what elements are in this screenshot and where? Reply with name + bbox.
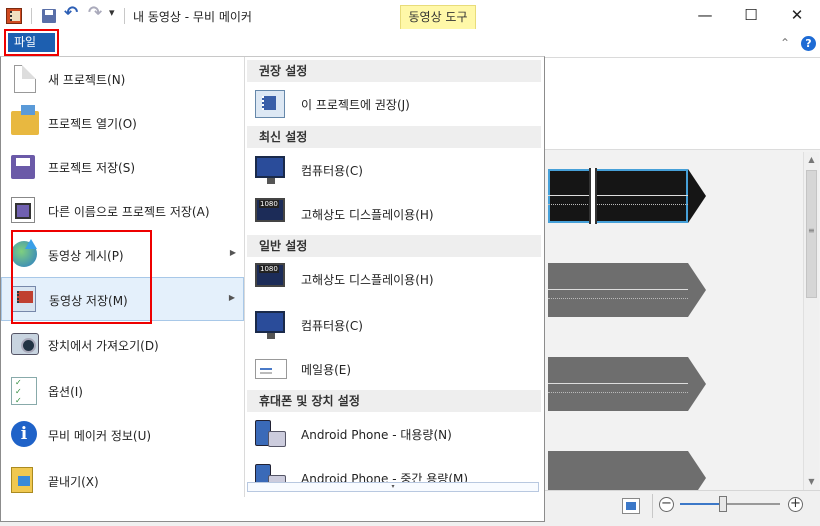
submenu-item-hd-display[interactable]: 고해상도 디스플레이용(H) [245,192,541,236]
submenu-item-recommended[interactable]: 이 프로젝트에 권장(J) [245,82,541,126]
menu-item-label: 끝내기(X) [48,475,99,489]
thumbnail-size-button[interactable] [622,498,640,514]
zoom-slider[interactable] [680,496,780,512]
recommended-settings-icon [255,90,285,118]
storyboard-clip-1[interactable] [548,169,706,223]
window-title: 내 동영상 - 무비 메이커 [133,10,252,24]
help-icon[interactable]: ? [801,36,816,51]
submenu-item-computer[interactable]: 컴퓨터용(C) [245,148,541,192]
section-header: 최신 설정 [247,126,541,148]
storyboard-scrollbar[interactable]: ▲ ≡ ▼ [803,152,819,490]
submenu-item-label: 컴퓨터용(C) [301,164,363,178]
menu-item-label: 프로젝트 열기(O) [48,117,137,131]
preview-area [543,58,820,150]
submenu-item-label: 이 프로젝트에 권장(J) [301,98,410,112]
ribbon-tab-row [0,30,820,58]
menu-item-about[interactable]: i 무비 메이커 정보(U) [1,413,244,457]
movie-maker-app-icon[interactable] [6,8,22,24]
section-header: 일반 설정 [247,235,541,257]
section-header: 권장 설정 [247,60,541,82]
menu-item-label: 무비 메이커 정보(U) [48,429,152,443]
menu-item-label: 새 프로젝트(N) [48,73,126,87]
scroll-up-arrow-icon[interactable]: ▲ [804,152,819,168]
undo-icon[interactable]: ↶ [64,3,78,23]
menu-item-exit[interactable]: 끝내기(X) [1,459,244,503]
section-header: 휴대폰 및 장치 설정 [247,390,541,412]
submenu-item-email[interactable]: 메일용(E) [245,347,541,391]
info-icon: i [11,421,37,447]
menu-item-label: 프로젝트 저장(S) [48,161,136,175]
submenu-item-computer[interactable]: 컴퓨터용(C) [245,303,541,347]
new-document-icon [14,65,36,93]
menu-item-options[interactable]: 옵션(I) [1,369,244,413]
playhead-marker[interactable] [589,168,597,224]
storyboard-clip-4[interactable] [548,451,706,505]
close-button[interactable]: ✕ [774,0,820,30]
submenu-item-label: 고해상도 디스플레이용(H) [301,208,434,222]
audio-waveform [548,383,688,393]
audio-waveform [548,195,688,205]
video-tools-context-tab: 동영상 도구 [400,5,476,29]
camera-import-icon [11,333,39,355]
save-as-icon [11,197,35,223]
annotation-highlight-box [11,230,152,324]
maximize-button[interactable]: ☐ [728,0,774,30]
submenu-arrow-icon: ▶ [229,248,236,257]
file-tab-highlight: 파일 [4,29,59,56]
title-separator [124,8,125,24]
computer-monitor-icon [255,311,285,339]
scroll-grip-icon: ≡ [808,226,815,235]
redo-icon[interactable]: ↷ [88,3,102,23]
open-folder-icon [11,105,39,135]
file-menu: 새 프로젝트(N) 프로젝트 열기(O) 프로젝트 저장(S) 다른 이름으로 … [0,56,545,522]
submenu-item-label: 메일용(E) [301,363,352,377]
file-menu-commands: 새 프로젝트(N) 프로젝트 열기(O) 프로젝트 저장(S) 다른 이름으로 … [1,57,244,521]
menu-item-label: 옵션(I) [48,385,83,399]
options-checklist-icon [11,377,37,405]
storyboard-clip-3[interactable] [548,357,706,411]
menu-item-new-project[interactable]: 새 프로젝트(N) [1,57,244,101]
email-icon [255,359,287,379]
scroll-thumb[interactable]: ≡ [806,170,817,298]
menu-item-save-project-as[interactable]: 다른 이름으로 프로젝트 저장(A) [1,189,244,233]
submenu-item-android-large[interactable]: Android Phone - 대용량(N) [245,412,541,456]
save-movie-submenu: 권장 설정 이 프로젝트에 권장(J) 최신 설정 컴퓨터용(C) 고해상도 디… [244,57,542,497]
zoom-in-button[interactable]: + [788,497,803,512]
title-separator [31,8,32,24]
zoom-slider-thumb[interactable] [719,496,727,512]
exit-icon [11,467,33,493]
quick-save-icon[interactable] [42,9,56,23]
android-phone-icon [255,420,286,447]
menu-item-save-project[interactable]: 프로젝트 저장(S) [1,145,244,189]
submenu-item-label: 고해상도 디스플레이용(H) [301,273,434,287]
submenu-scroll-down-button[interactable]: ▾ [247,482,539,492]
submenu-item-hd-display[interactable]: 고해상도 디스플레이용(H) [245,257,541,301]
submenu-item-label: Android Phone - 대용량(N) [301,428,452,442]
audio-waveform [548,289,688,299]
menu-item-label: 장치에서 가져오기(D) [48,339,159,353]
scroll-down-arrow-icon[interactable]: ▼ [804,474,819,490]
submenu-arrow-icon: ▶ [228,293,235,302]
storyboard-clip-2[interactable] [548,263,706,317]
menu-item-open-project[interactable]: 프로젝트 열기(O) [1,101,244,145]
computer-monitor-icon [255,156,285,184]
zoom-slider-fill [680,503,723,505]
file-tab[interactable]: 파일 [8,33,55,52]
save-icon [11,155,35,179]
quick-access-dropdown-icon[interactable]: ▾ [109,6,115,19]
menu-item-label: 다른 이름으로 프로젝트 저장(A) [48,205,210,219]
zoom-out-button[interactable]: − [659,497,674,512]
menu-item-import-from-device[interactable]: 장치에서 가져오기(D) [1,323,244,367]
status-separator [652,494,653,518]
hd-display-icon [255,263,285,287]
minimize-button[interactable]: — [682,0,728,30]
title-bar: ↶ ↷ ▾ 내 동영상 - 무비 메이커 동영상 도구 — ☐ ✕ [0,0,820,31]
submenu-item-label: 컴퓨터용(C) [301,319,363,333]
collapse-ribbon-icon[interactable]: ⌃ [780,36,790,50]
hd-display-icon [255,198,285,222]
